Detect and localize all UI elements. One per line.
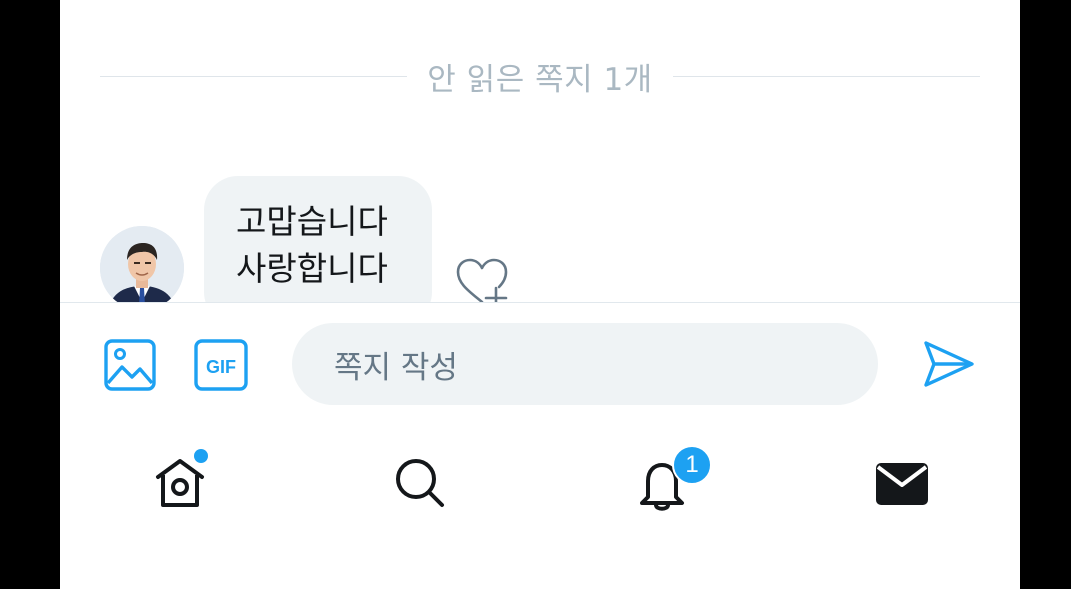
gif-label: GIF <box>206 357 236 377</box>
avatar-photo <box>100 226 184 310</box>
unread-count-label: 안 읽은 쪽지 1개 <box>427 61 653 98</box>
tab-messages[interactable] <box>872 453 932 513</box>
notification-badge: 1 <box>672 445 712 485</box>
divider-line-right <box>672 75 980 77</box>
sender-avatar[interactable] <box>100 226 184 310</box>
image-icon[interactable] <box>104 339 156 391</box>
dm-conversation-screen: 안 읽은 쪽지 1개 고맙습니다 사랑합니다 GIF 쪽지 작성 1 <box>60 0 1020 589</box>
tab-search[interactable] <box>390 453 450 513</box>
message-text: 고맙습니다 사랑합니다 <box>236 202 388 288</box>
message-input-placeholder: 쪽지 작성 <box>334 349 458 386</box>
divider-line-left <box>100 75 408 77</box>
composer-area: GIF 쪽지 작성 1 <box>60 302 1020 589</box>
search-icon <box>396 459 444 507</box>
gif-icon[interactable]: GIF <box>194 339 248 391</box>
mail-icon <box>876 463 928 505</box>
message-input[interactable]: 쪽지 작성 <box>292 323 878 405</box>
home-new-dot <box>194 449 208 463</box>
send-icon[interactable] <box>922 337 976 391</box>
unread-divider: 안 읽은 쪽지 1개 <box>100 48 980 104</box>
